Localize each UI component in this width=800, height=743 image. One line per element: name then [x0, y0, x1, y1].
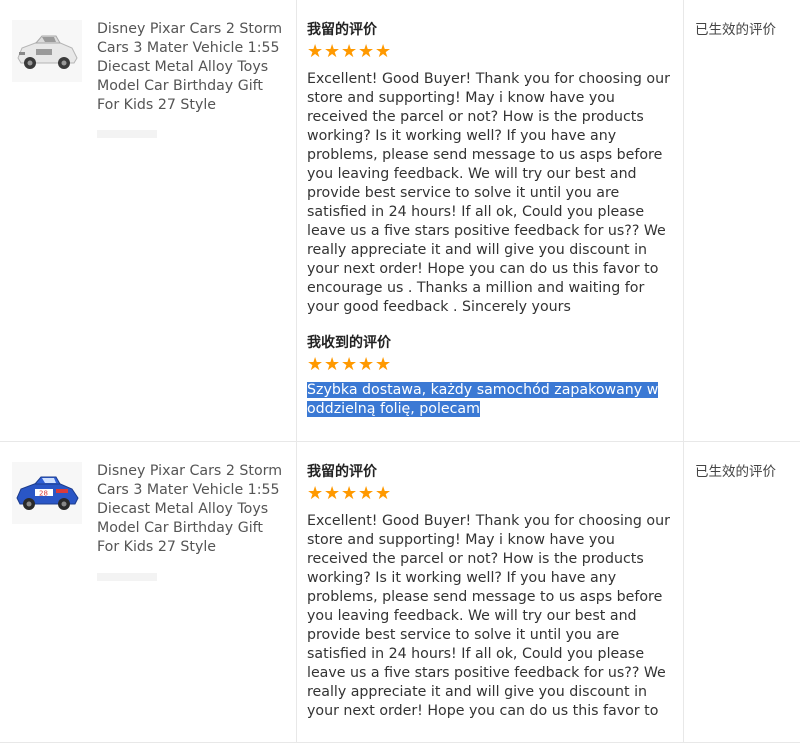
review-list: Disney Pixar Cars 2 Storm Cars 3 Mater V…	[0, 0, 800, 743]
my-rating-stars: ★★★★★	[307, 485, 675, 507]
received-review-text[interactable]: Szybka dostawa, każdy samochód zapakowan…	[307, 381, 675, 419]
selected-text[interactable]: Szybka dostawa, każdy samochód zapakowan…	[307, 382, 659, 417]
faint-text	[97, 130, 157, 138]
received-rating-stars: ★★★★★	[307, 356, 675, 378]
my-review-heading: 我留的评价	[307, 22, 377, 38]
star-icon: ★	[307, 354, 324, 375]
column-divider	[296, 0, 297, 441]
product-thumbnail[interactable]: 28	[12, 462, 82, 524]
faint-text	[97, 573, 157, 581]
star-icon: ★	[341, 483, 358, 504]
product-title[interactable]: Disney Pixar Cars 2 Storm Cars 3 Mater V…	[97, 20, 287, 115]
review-content: 我留的评价 ★★★★★ Excellent! Good Buyer! Thank…	[307, 462, 675, 721]
review-row: 28 Disney Pixar Cars 2 Storm Cars 3 Mate…	[0, 442, 800, 743]
star-icon: ★	[307, 483, 324, 504]
blue-race-car-image: 28	[16, 476, 79, 510]
review-row: Disney Pixar Cars 2 Storm Cars 3 Mater V…	[0, 0, 800, 442]
star-icon: ★	[375, 483, 392, 504]
review-status: 已生效的评价	[695, 464, 776, 480]
my-rating-stars: ★★★★★	[307, 43, 675, 65]
product-title[interactable]: Disney Pixar Cars 2 Storm Cars 3 Mater V…	[97, 462, 287, 557]
review-content: 我留的评价 ★★★★★ Excellent! Good Buyer! Thank…	[307, 20, 675, 419]
star-icon: ★	[358, 483, 375, 504]
white-race-car-image	[17, 35, 78, 69]
my-review-heading: 我留的评价	[307, 464, 377, 480]
review-status: 已生效的评价	[695, 22, 776, 38]
star-icon: ★	[358, 41, 375, 62]
column-divider	[683, 0, 684, 441]
star-icon: ★	[324, 354, 341, 375]
star-icon: ★	[341, 41, 358, 62]
my-review-text: Excellent! Good Buyer! Thank you for cho…	[307, 71, 670, 315]
received-review-heading: 我收到的评价	[307, 335, 391, 351]
star-icon: ★	[375, 354, 392, 375]
star-icon: ★	[324, 41, 341, 62]
star-icon: ★	[341, 354, 358, 375]
svg-text:28: 28	[39, 490, 48, 498]
star-icon: ★	[307, 41, 324, 62]
my-review-text: Excellent! Good Buyer! Thank you for cho…	[307, 513, 670, 719]
star-icon: ★	[358, 354, 375, 375]
product-thumbnail[interactable]	[12, 20, 82, 82]
star-icon: ★	[324, 483, 341, 504]
column-divider	[683, 442, 684, 742]
column-divider	[296, 442, 297, 742]
star-icon: ★	[375, 41, 392, 62]
